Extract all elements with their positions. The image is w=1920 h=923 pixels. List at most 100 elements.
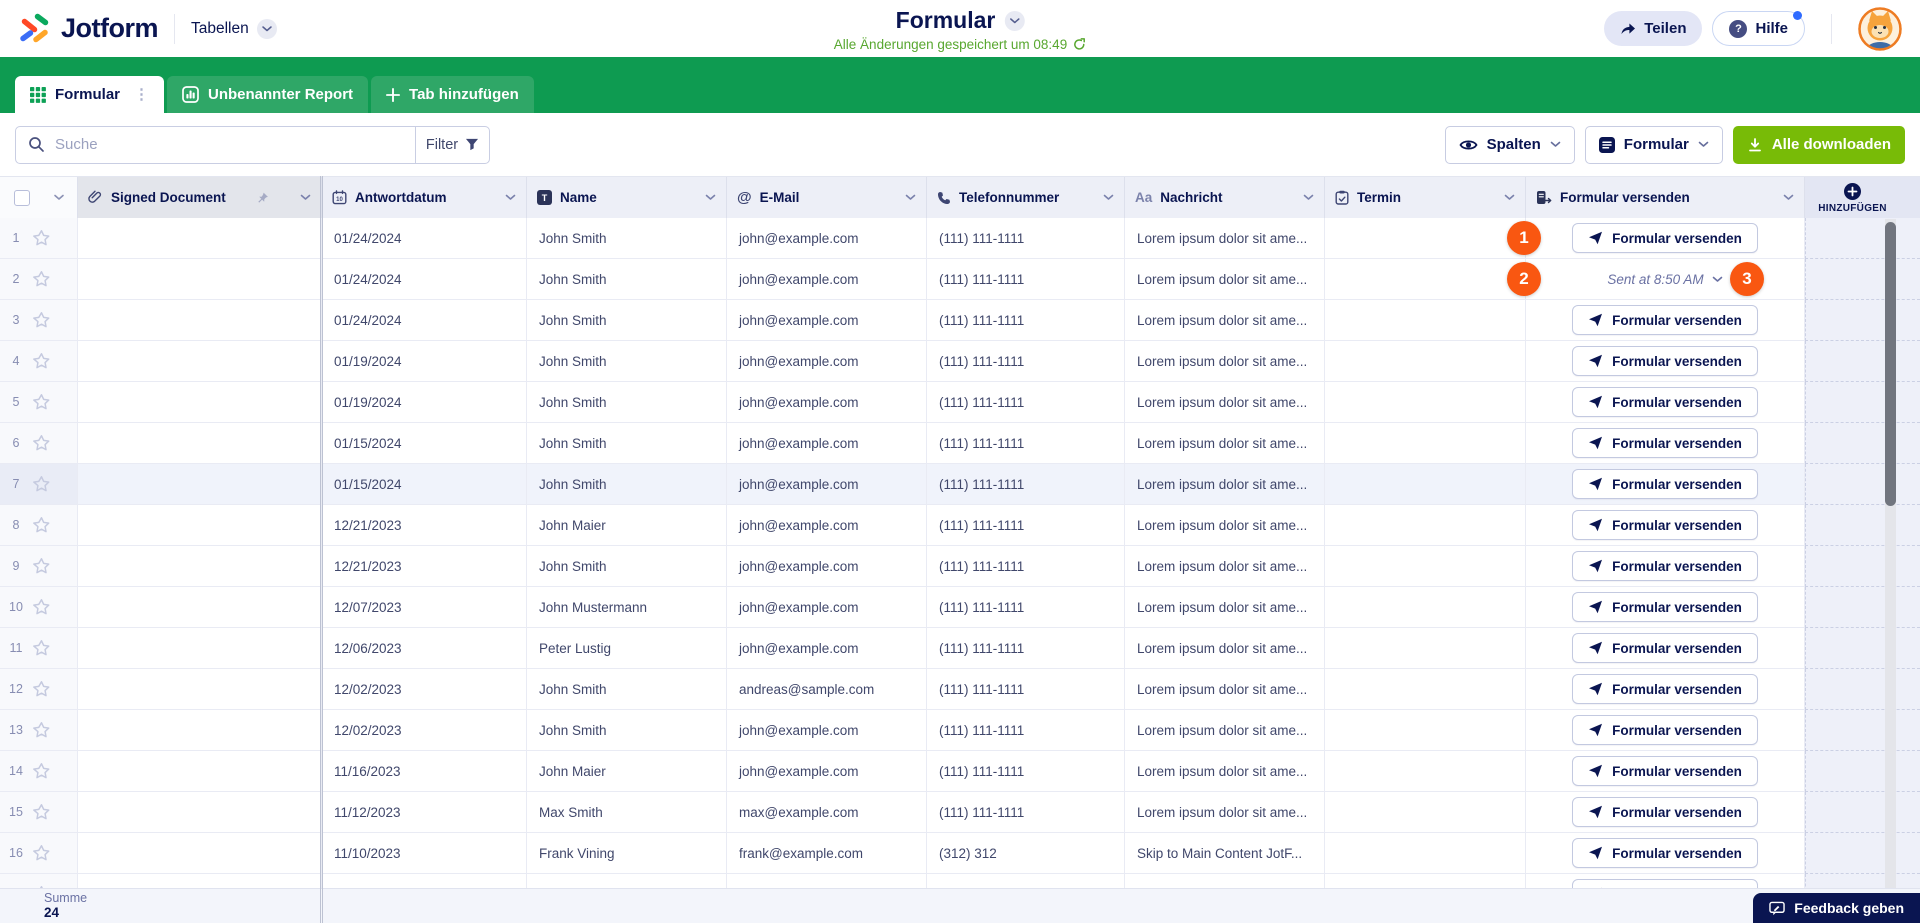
cell-add-column[interactable] xyxy=(1805,587,1920,628)
star-toggle[interactable] xyxy=(32,680,51,698)
star-toggle[interactable] xyxy=(32,557,51,575)
cell-termin[interactable] xyxy=(1325,792,1526,833)
cell-nachricht[interactable]: Lorem ipsum dolor sit ame... xyxy=(1125,382,1325,423)
cell-signed-document[interactable] xyxy=(78,505,322,546)
cell-signed-document[interactable] xyxy=(78,218,322,259)
cell-antwortdatum[interactable]: 11/10/2023 xyxy=(322,833,527,874)
cell-telefonnummer[interactable]: (111) 111-1111 xyxy=(927,792,1125,833)
column-header-termin[interactable]: Termin xyxy=(1325,177,1526,218)
tabellen-dropdown[interactable]: Tabellen xyxy=(191,18,277,39)
cell-signed-document[interactable] xyxy=(78,628,322,669)
cell-termin[interactable] xyxy=(1325,874,1526,888)
sent-status-dropdown[interactable]: Sent at 8:50 AM xyxy=(1607,272,1722,287)
cell-telefonnummer[interactable]: (111) 111-1111 xyxy=(927,546,1125,587)
cell-name[interactable]: John Smith xyxy=(527,464,727,505)
cell-antwortdatum[interactable]: 12/07/2023 xyxy=(322,587,527,628)
cell-telefonnummer[interactable]: (111) 111-1111 xyxy=(927,300,1125,341)
cell-email[interactable]: john@example.com xyxy=(727,710,927,751)
cell-signed-document[interactable] xyxy=(78,423,322,464)
cell-antwortdatum[interactable]: 12/02/2023 xyxy=(322,669,527,710)
cell-termin[interactable] xyxy=(1325,341,1526,382)
star-toggle[interactable] xyxy=(32,434,51,452)
cell-telefonnummer[interactable]: (111) 111-1111 xyxy=(927,587,1125,628)
cell-antwortdatum[interactable]: 01/19/2024 xyxy=(322,341,527,382)
tab-unbenannter-report[interactable]: Unbenannter Report xyxy=(167,76,369,113)
cell-termin[interactable] xyxy=(1325,505,1526,546)
cell-antwortdatum[interactable]: 12/02/2023 xyxy=(322,710,527,751)
column-header-telefonnummer[interactable]: Telefonnummer xyxy=(927,177,1125,218)
send-form-button[interactable]: Formular versenden xyxy=(1572,879,1758,888)
cell-nachricht[interactable]: Lorem ipsum dolor sit ame... xyxy=(1125,587,1325,628)
cell-add-column[interactable] xyxy=(1805,710,1920,751)
cell-signed-document[interactable] xyxy=(78,587,322,628)
star-toggle[interactable] xyxy=(32,639,51,657)
send-form-button[interactable]: Formular versenden xyxy=(1572,633,1758,663)
cell-add-column[interactable] xyxy=(1805,464,1920,505)
brand-wordmark[interactable]: Jotform xyxy=(61,13,159,44)
cell-termin[interactable] xyxy=(1325,423,1526,464)
cell-add-column[interactable] xyxy=(1805,874,1920,888)
cell-signed-document[interactable] xyxy=(78,833,322,874)
cell-add-column[interactable] xyxy=(1805,833,1920,874)
cell-signed-document[interactable] xyxy=(78,300,322,341)
cell-termin[interactable] xyxy=(1325,218,1526,259)
cell-add-column[interactable] xyxy=(1805,505,1920,546)
avatar[interactable] xyxy=(1858,6,1902,51)
cell-nachricht[interactable]: Lorem ipsum dolor sit ame... xyxy=(1125,505,1325,546)
cell-name[interactable]: John Smith xyxy=(527,710,727,751)
columns-button[interactable]: Spalten xyxy=(1444,125,1575,164)
cell-telefonnummer[interactable]: (111) 111-1111 xyxy=(927,259,1125,300)
cell-termin[interactable] xyxy=(1325,300,1526,341)
cell-email[interactable]: max@example.com xyxy=(727,792,927,833)
cell-antwortdatum[interactable]: 01/19/2024 xyxy=(322,382,527,423)
cell-name[interactable]: John Maier xyxy=(527,751,727,792)
cell-add-column[interactable] xyxy=(1805,423,1920,464)
filter-button[interactable]: Filter xyxy=(415,126,489,163)
cell-signed-document[interactable] xyxy=(78,464,322,505)
select-all-header[interactable] xyxy=(0,177,78,218)
cell-add-column[interactable] xyxy=(1805,300,1920,341)
send-form-button[interactable]: Formular versenden xyxy=(1572,305,1758,335)
download-all-button[interactable]: Alle downloaden xyxy=(1732,125,1905,164)
cell-name[interactable]: John Maier xyxy=(527,505,727,546)
cell-antwortdatum[interactable]: 01/15/2024 xyxy=(322,464,527,505)
cell-add-column[interactable] xyxy=(1805,628,1920,669)
cell-antwortdatum[interactable]: 01/15/2024 xyxy=(322,423,527,464)
cell-nachricht[interactable]: Lorem ipsum dolor sit ame... xyxy=(1125,341,1325,382)
cell-name[interactable]: John Smith xyxy=(527,423,727,464)
star-toggle[interactable] xyxy=(32,598,51,616)
cell-add-column[interactable] xyxy=(1805,218,1920,259)
cell-termin[interactable] xyxy=(1325,833,1526,874)
cell-antwortdatum[interactable]: 12/21/2023 xyxy=(322,505,527,546)
cell-nachricht[interactable]: Skip to Main Content JotF... xyxy=(1125,833,1325,874)
cell-signed-document[interactable] xyxy=(78,546,322,587)
cell-name[interactable]: John Smith xyxy=(527,546,727,587)
cell-email[interactable]: john@example.com xyxy=(727,587,927,628)
cell-termin[interactable] xyxy=(1325,710,1526,751)
cell-nachricht[interactable]: Lorem ipsum dolor sit ame... xyxy=(1125,423,1325,464)
star-toggle[interactable] xyxy=(32,270,51,288)
tab-menu-icon[interactable]: ⋮ xyxy=(134,87,149,102)
column-header-name[interactable]: T Name xyxy=(527,177,727,218)
cell-name[interactable]: Frank Vining xyxy=(527,833,727,874)
cell-signed-document[interactable] xyxy=(78,874,322,888)
cell-telefonnummer[interactable]: (111) 111-1111 xyxy=(927,341,1125,382)
cell-nachricht[interactable]: Lorem ipsum dolor sit ame... xyxy=(1125,464,1325,505)
cell-telefonnummer[interactable]: (111) 111-1111 xyxy=(927,628,1125,669)
cell-antwortdatum[interactable] xyxy=(322,874,527,888)
cell-telefonnummer[interactable]: (111) 111-1111 xyxy=(927,505,1125,546)
send-form-button[interactable]: Formular versenden xyxy=(1572,346,1758,376)
cell-antwortdatum[interactable]: 11/16/2023 xyxy=(322,751,527,792)
refresh-icon[interactable] xyxy=(1073,38,1086,51)
cell-nachricht[interactable]: Lorem ipsum dolor sit ame... xyxy=(1125,300,1325,341)
cell-telefonnummer[interactable]: (111) 111-1111 xyxy=(927,710,1125,751)
tab-formular[interactable]: Formular ⋮ xyxy=(15,76,165,113)
share-button[interactable]: Teilen xyxy=(1604,11,1703,46)
cell-termin[interactable] xyxy=(1325,628,1526,669)
star-toggle[interactable] xyxy=(32,475,51,493)
star-toggle[interactable] xyxy=(32,844,51,862)
cell-name[interactable]: Peter Lustig xyxy=(527,628,727,669)
cell-name[interactable]: John Mustermann xyxy=(527,587,727,628)
star-toggle[interactable] xyxy=(32,762,51,780)
column-header-formular-versenden[interactable]: Formular versenden xyxy=(1526,177,1805,218)
